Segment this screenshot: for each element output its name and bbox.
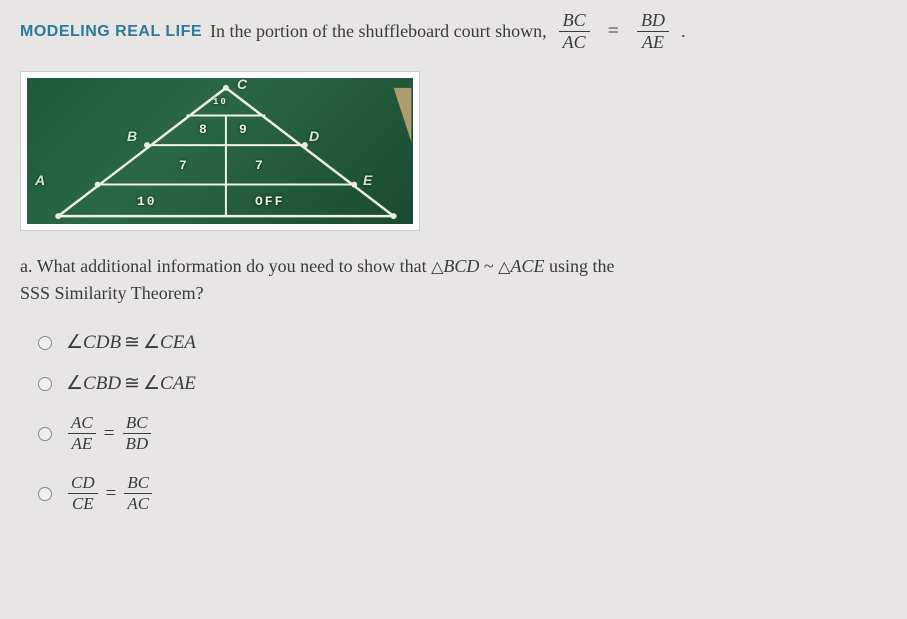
fraction-bc-ac: BC AC <box>559 10 590 53</box>
congruent-icon: ≅ <box>124 331 140 354</box>
similar-symbol: ~ <box>484 256 494 276</box>
modeling-real-life-label: MODELING REAL LIFE <box>20 23 202 41</box>
diagram-label-a: A <box>35 172 45 188</box>
equals-sign: = <box>106 483 117 505</box>
triangle-ace: ACE <box>510 256 544 276</box>
question-text: a. What additional information do you ne… <box>20 253 887 307</box>
diagram-label-e: E <box>363 172 372 188</box>
angle-icon: ∠ <box>66 331 83 354</box>
diagram-label-c: C <box>237 78 247 92</box>
fraction-bd-ae: BD AE <box>637 10 669 53</box>
angle-icon: ∠ <box>143 331 160 354</box>
fraction-numerator: CD <box>68 473 98 494</box>
period: . <box>681 21 686 42</box>
fraction-denominator: BD <box>122 434 151 454</box>
fraction-numerator: BD <box>637 10 669 32</box>
diagram-num-top-left: 8 <box>199 122 209 137</box>
diagram-num-top-right: 9 <box>239 122 249 137</box>
diagram-label-d: D <box>309 128 319 144</box>
option-3-fraction-2: BC BD <box>122 413 151 455</box>
question-part-label: a. <box>20 256 33 276</box>
fraction-denominator: AE <box>638 32 668 53</box>
option-2-content: ∠CBD ≅ ∠CAE <box>66 372 196 395</box>
option-1-angle-1: CDB <box>83 332 121 354</box>
header-row: MODELING REAL LIFE In the portion of the… <box>20 10 887 53</box>
triangle-icon: △ <box>498 259 510 276</box>
fraction-denominator: CE <box>69 494 97 514</box>
fraction-denominator: AE <box>68 434 95 454</box>
radio-icon[interactable] <box>38 377 52 391</box>
diagram-num-bottom-left: 10 <box>137 194 157 209</box>
radio-icon[interactable] <box>38 487 52 501</box>
radio-icon[interactable] <box>38 427 52 441</box>
fraction-numerator: BC <box>124 473 152 494</box>
option-1[interactable]: ∠CDB ≅ ∠CEA <box>38 331 887 354</box>
diagram-off-label: OFF <box>255 194 284 209</box>
fraction-denominator: AC <box>559 32 590 53</box>
option-2-angle-1: CBD <box>83 373 121 395</box>
angle-icon: ∠ <box>66 372 83 395</box>
options-list: ∠CDB ≅ ∠CEA ∠CBD ≅ ∠CAE AC AE = BC BD <box>20 331 887 515</box>
fraction-numerator: BC <box>559 10 590 32</box>
angle-icon: ∠ <box>143 372 160 395</box>
triangle-bcd: BCD <box>443 256 479 276</box>
diagram-inner: A B C D E 10 8 9 7 7 10 OFF <box>27 78 413 224</box>
question-body-3: SSS Similarity Theorem? <box>20 283 204 303</box>
option-2[interactable]: ∠CBD ≅ ∠CAE <box>38 372 887 395</box>
diagram-num-apex: 10 <box>213 97 228 107</box>
option-2-angle-2: CAE <box>160 373 196 395</box>
option-4-content: CD CE = BC AC <box>66 473 154 515</box>
diagram-num-mid-right: 7 <box>255 158 265 173</box>
radio-icon[interactable] <box>38 336 52 350</box>
equals-sign: = <box>104 423 115 445</box>
option-3-content: AC AE = BC BD <box>66 413 153 455</box>
option-3[interactable]: AC AE = BC BD <box>38 413 887 455</box>
triangle-icon: △ <box>431 259 443 276</box>
question-body-2: using the <box>549 256 615 276</box>
equals-sign: = <box>608 20 619 43</box>
congruent-icon: ≅ <box>124 372 140 395</box>
diagram-label-b: B <box>127 128 137 144</box>
shuffleboard-diagram: A B C D E 10 8 9 7 7 10 OFF <box>20 71 420 231</box>
diagram-num-mid-left: 7 <box>179 158 189 173</box>
prompt-text: In the portion of the shuffleboard court… <box>210 21 547 42</box>
option-3-fraction-1: AC AE <box>68 413 96 455</box>
option-1-content: ∠CDB ≅ ∠CEA <box>66 331 196 354</box>
fraction-numerator: BC <box>123 413 151 434</box>
option-4[interactable]: CD CE = BC AC <box>38 473 887 515</box>
fraction-denominator: AC <box>124 494 152 514</box>
option-4-fraction-2: BC AC <box>124 473 152 515</box>
fraction-numerator: AC <box>68 413 96 434</box>
question-body-1: What additional information do you need … <box>37 256 431 276</box>
option-1-angle-2: CEA <box>160 332 196 354</box>
option-4-fraction-1: CD CE <box>68 473 98 515</box>
